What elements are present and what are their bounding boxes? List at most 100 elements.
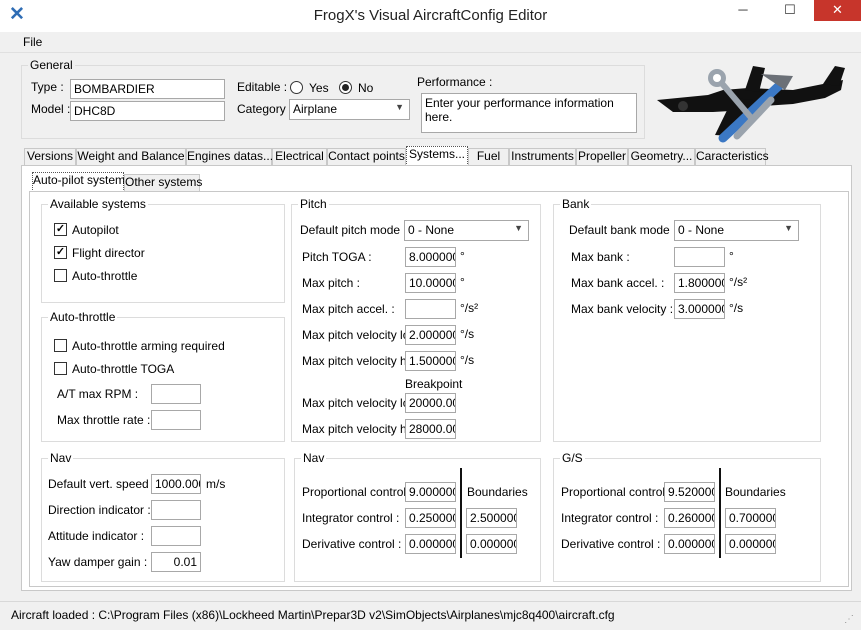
- tab-3[interactable]: Electrical: [272, 148, 327, 165]
- autopilot-label: Autopilot: [72, 223, 119, 237]
- subtab-autopilot[interactable]: Auto-pilot system: [32, 172, 125, 192]
- max-bank-field[interactable]: [674, 247, 725, 267]
- max-bank-accel-field[interactable]: 1.800000: [674, 273, 725, 293]
- tab-5[interactable]: Systems...: [406, 146, 468, 166]
- gs-prop-field[interactable]: 9.520000: [664, 482, 715, 502]
- max-pitch-unit: °: [460, 275, 465, 289]
- nav-int-bound-field[interactable]: 2.500000: [466, 508, 517, 528]
- gs-int-label: Integrator control :: [561, 511, 659, 525]
- at-arming-checkbox[interactable]: [54, 339, 67, 352]
- editable-no-label: No: [358, 81, 374, 95]
- nav-deriv-field[interactable]: 0.000000: [405, 534, 456, 554]
- nav-prop-label: Proportional control :: [302, 485, 413, 499]
- pitch-vel-lo-unit: °/s: [460, 327, 475, 341]
- max-bank-vel-unit: °/s: [729, 301, 744, 315]
- at-max-rpm-field[interactable]: [151, 384, 201, 404]
- maximize-button[interactable]: ☐: [767, 0, 813, 21]
- pitch-mode-value: 0 - None: [408, 223, 455, 237]
- max-pitch-field[interactable]: 10.000000: [405, 273, 456, 293]
- flight-director-checkbox[interactable]: ✓: [54, 246, 67, 259]
- pitch-mode-select[interactable]: 0 - None ▼: [404, 220, 529, 241]
- pitch-toga-field[interactable]: 8.000000: [405, 247, 456, 267]
- available-systems-title: Available systems: [48, 197, 148, 211]
- nav-boundaries-label: Boundaries: [467, 485, 528, 499]
- nav-mid-title: Nav: [301, 451, 327, 465]
- gs-divider: [719, 468, 721, 558]
- nav-left-title: Nav: [48, 451, 74, 465]
- close-button[interactable]: ✕: [814, 0, 861, 21]
- at-toga-label: Auto-throttle TOGA: [72, 362, 175, 376]
- max-bank-vel-field[interactable]: 3.000000: [674, 299, 725, 319]
- nav-prop-field[interactable]: 9.000000: [405, 482, 456, 502]
- pitch-vel-lo-field[interactable]: 2.000000: [405, 325, 456, 345]
- max-bank-accel-label: Max bank accel. :: [571, 276, 665, 290]
- subtab-other-systems[interactable]: Other systems: [124, 174, 202, 191]
- editable-yes-radio[interactable]: [290, 81, 303, 94]
- menu-file[interactable]: File: [23, 35, 42, 49]
- tab-1[interactable]: Weight and Balance: [76, 148, 186, 165]
- direction-indicator-label: Direction indicator :: [48, 503, 151, 517]
- gs-deriv-field[interactable]: 0.000000: [664, 534, 715, 554]
- nav-int-field[interactable]: 0.250000: [405, 508, 456, 528]
- status-text: Aircraft loaded : C:\Program Files (x86)…: [11, 608, 615, 622]
- title-bar: ✕ FrogX's Visual AircraftConfig Editor ─…: [0, 0, 861, 32]
- tab-0[interactable]: Versions: [24, 148, 76, 165]
- direction-indicator-field[interactable]: [151, 500, 201, 520]
- max-pitch-accel-unit: °/s²: [460, 301, 479, 315]
- menu-bar: File: [0, 32, 861, 53]
- max-bank-label: Max bank :: [571, 250, 630, 264]
- auto-throttle-checkbox[interactable]: [54, 269, 67, 282]
- max-bank-unit: °: [729, 249, 734, 263]
- model-field[interactable]: DHC8D: [70, 101, 225, 121]
- yaw-damper-label: Yaw damper gain :: [48, 555, 148, 569]
- minimize-button[interactable]: ─: [720, 0, 766, 21]
- bp-hi-field[interactable]: 28000.00: [405, 419, 456, 439]
- autopilot-checkbox[interactable]: ✓: [54, 223, 67, 236]
- tab-4[interactable]: Contact points: [327, 148, 406, 165]
- pitch-toga-label: Pitch TOGA :: [302, 250, 372, 264]
- bank-title: Bank: [560, 197, 592, 211]
- max-throttle-rate-label: Max throttle rate :: [57, 413, 151, 427]
- bp-lo-label: Max pitch velocity lo:: [302, 396, 413, 410]
- tab-9[interactable]: Geometry...: [628, 148, 695, 165]
- gs-int-bound-field[interactable]: 0.700000: [725, 508, 776, 528]
- editable-label: Editable :: [237, 80, 288, 94]
- type-field[interactable]: BOMBARDIER: [70, 79, 225, 99]
- performance-field[interactable]: Enter your performance information here.: [421, 93, 637, 133]
- tab-7[interactable]: Instruments: [509, 148, 576, 165]
- flight-director-label: Flight director: [72, 246, 145, 260]
- chevron-down-icon: ▼: [514, 223, 523, 233]
- gs-deriv-bound-field[interactable]: 0.000000: [725, 534, 776, 554]
- autothrottle-title: Auto-throttle: [48, 310, 118, 324]
- vert-speed-unit: m/s: [206, 477, 226, 491]
- airplane-tools-logo: [657, 66, 845, 143]
- nav-deriv-label: Derivative control :: [302, 537, 402, 551]
- general-title: General: [28, 58, 75, 72]
- bp-lo-field[interactable]: 20000.00: [405, 393, 456, 413]
- chevron-down-icon: ▼: [395, 102, 404, 112]
- attitude-indicator-label: Attitude indicator :: [48, 529, 145, 543]
- attitude-indicator-field[interactable]: [151, 526, 201, 546]
- breakpoint-label: Breakpoint: [405, 377, 463, 391]
- tab-8[interactable]: Propeller: [576, 148, 628, 165]
- bp-hi-label: Max pitch velocity hi:: [302, 422, 413, 436]
- vert-speed-field[interactable]: 1000.000: [151, 474, 201, 494]
- tab-6[interactable]: Fuel: [468, 148, 509, 165]
- at-toga-checkbox[interactable]: [54, 362, 67, 375]
- gs-deriv-label: Derivative control :: [561, 537, 661, 551]
- yaw-damper-field[interactable]: 0.01: [151, 552, 201, 572]
- at-max-rpm-label: A/T max RPM :: [57, 387, 139, 401]
- tab-10[interactable]: Caracteristics: [695, 148, 769, 165]
- editable-no-radio[interactable]: [339, 81, 352, 94]
- pitch-vel-lo-label: Max pitch velocity lo. :: [302, 328, 420, 342]
- resize-grip-icon[interactable]: ⋰: [844, 614, 854, 625]
- bank-mode-select[interactable]: 0 - None ▼: [674, 220, 799, 241]
- pitch-vel-hi-field[interactable]: 1.500000: [405, 351, 456, 371]
- gs-boundaries-label: Boundaries: [725, 485, 786, 499]
- category-select[interactable]: Airplane ▼: [289, 99, 410, 120]
- max-pitch-accel-field[interactable]: [405, 299, 456, 319]
- tab-2[interactable]: Engines datas...: [186, 148, 273, 165]
- max-throttle-rate-field[interactable]: [151, 410, 201, 430]
- nav-deriv-bound-field[interactable]: 0.000000: [466, 534, 517, 554]
- gs-int-field[interactable]: 0.260000: [664, 508, 715, 528]
